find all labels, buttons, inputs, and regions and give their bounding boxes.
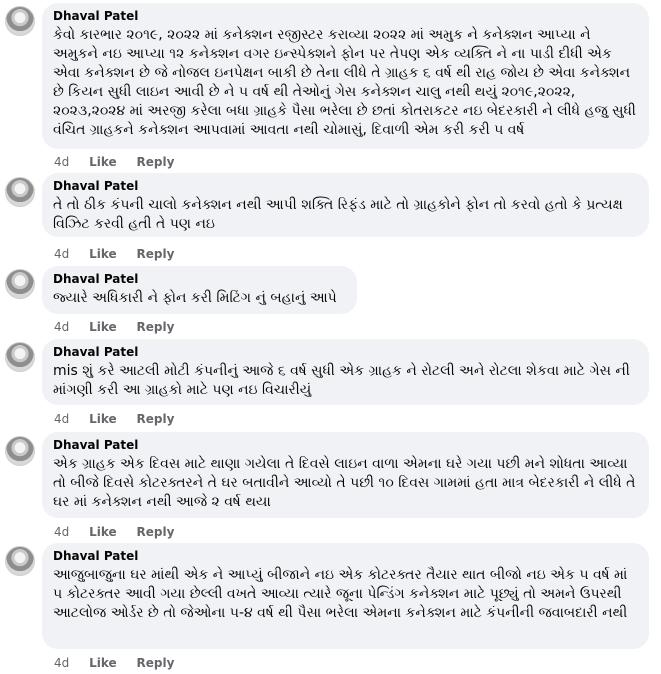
like-button[interactable]: Like [89, 320, 117, 334]
comment-thread: Dhaval Patel કેવો કારભાર ૨૦૧૯, ૨૦૨૨ માં … [0, 0, 661, 674]
comment-bubble: Dhaval Patel mis શું કરે આટલી મોટી કંપની… [42, 339, 649, 405]
comment-actions: 4d Like Reply [54, 155, 190, 169]
avatar[interactable] [5, 6, 35, 36]
avatar[interactable] [5, 269, 35, 299]
comment-actions: 4d Like Reply [54, 412, 190, 426]
comment-author[interactable]: Dhaval Patel [53, 345, 637, 360]
reply-button[interactable]: Reply [136, 656, 174, 670]
comment-time[interactable]: 4d [54, 412, 69, 426]
avatar[interactable] [5, 342, 35, 372]
comment-bubble: Dhaval Patel જ્યારે અધિકારી ને ફોન કરી મ… [42, 266, 357, 314]
like-button[interactable]: Like [89, 155, 117, 169]
comment-text: આજુબાજુના ઘર માંથી એક ને આપ્યું બીજાને ન… [53, 567, 628, 621]
like-button[interactable]: Like [89, 247, 117, 261]
comment-bubble: Dhaval Patel કેવો કારભાર ૨૦૧૯, ૨૦૨૨ માં … [42, 3, 649, 149]
avatar[interactable] [5, 546, 35, 576]
comment-time[interactable]: 4d [54, 155, 69, 169]
reply-button[interactable]: Reply [136, 320, 174, 334]
avatar[interactable] [5, 436, 35, 466]
comment-actions: 4d Like Reply [54, 525, 190, 539]
comment-actions: 4d Like Reply [54, 247, 190, 261]
comment-text: mis શું કરે આટલી મોટી કંપનીનું આજે ૬ વર્… [53, 363, 630, 398]
reply-button[interactable]: Reply [136, 247, 174, 261]
comment-author[interactable]: Dhaval Patel [53, 438, 637, 453]
like-button[interactable]: Like [89, 525, 117, 539]
comment-text: કેવો કારભાર ૨૦૧૯, ૨૦૨૨ માં કનેક્શન રજીસ્… [53, 27, 636, 138]
comment-text: એક ગ્રાહક એક દિવસ માટે થાણા ગયેલા તે દિવ… [53, 456, 636, 510]
comment-time[interactable]: 4d [54, 320, 69, 334]
reply-button[interactable]: Reply [136, 155, 174, 169]
comment-author[interactable]: Dhaval Patel [53, 9, 637, 24]
comment-bubble: Dhaval Patel આજુબાજુના ઘર માંથી એક ને આપ… [42, 543, 649, 649]
reply-button[interactable]: Reply [136, 412, 174, 426]
comment-actions: 4d Like Reply [54, 320, 190, 334]
comment-actions: 4d Like Reply [54, 656, 190, 670]
comment-time[interactable]: 4d [54, 247, 69, 261]
reply-button[interactable]: Reply [136, 525, 174, 539]
like-button[interactable]: Like [89, 412, 117, 426]
like-button[interactable]: Like [89, 656, 117, 670]
comment-bubble: Dhaval Patel એક ગ્રાહક એક દિવસ માટે થાણા… [42, 432, 649, 518]
comment-text: તે તો ઠીક કંપની ચાલો કનેક્શન નથી આપી શક્… [53, 197, 623, 232]
comment-time[interactable]: 4d [54, 525, 69, 539]
comment-bubble: Dhaval Patel તે તો ઠીક કંપની ચાલો કનેક્શ… [42, 173, 649, 237]
comment-author[interactable]: Dhaval Patel [53, 179, 637, 194]
avatar[interactable] [5, 177, 35, 207]
comment-time[interactable]: 4d [54, 656, 69, 670]
comment-text: જ્યારે અધિકારી ને ફોન કરી મિટિંગ નું બહા… [53, 290, 337, 306]
comment-author[interactable]: Dhaval Patel [53, 272, 345, 287]
comment-author[interactable]: Dhaval Patel [53, 549, 637, 564]
